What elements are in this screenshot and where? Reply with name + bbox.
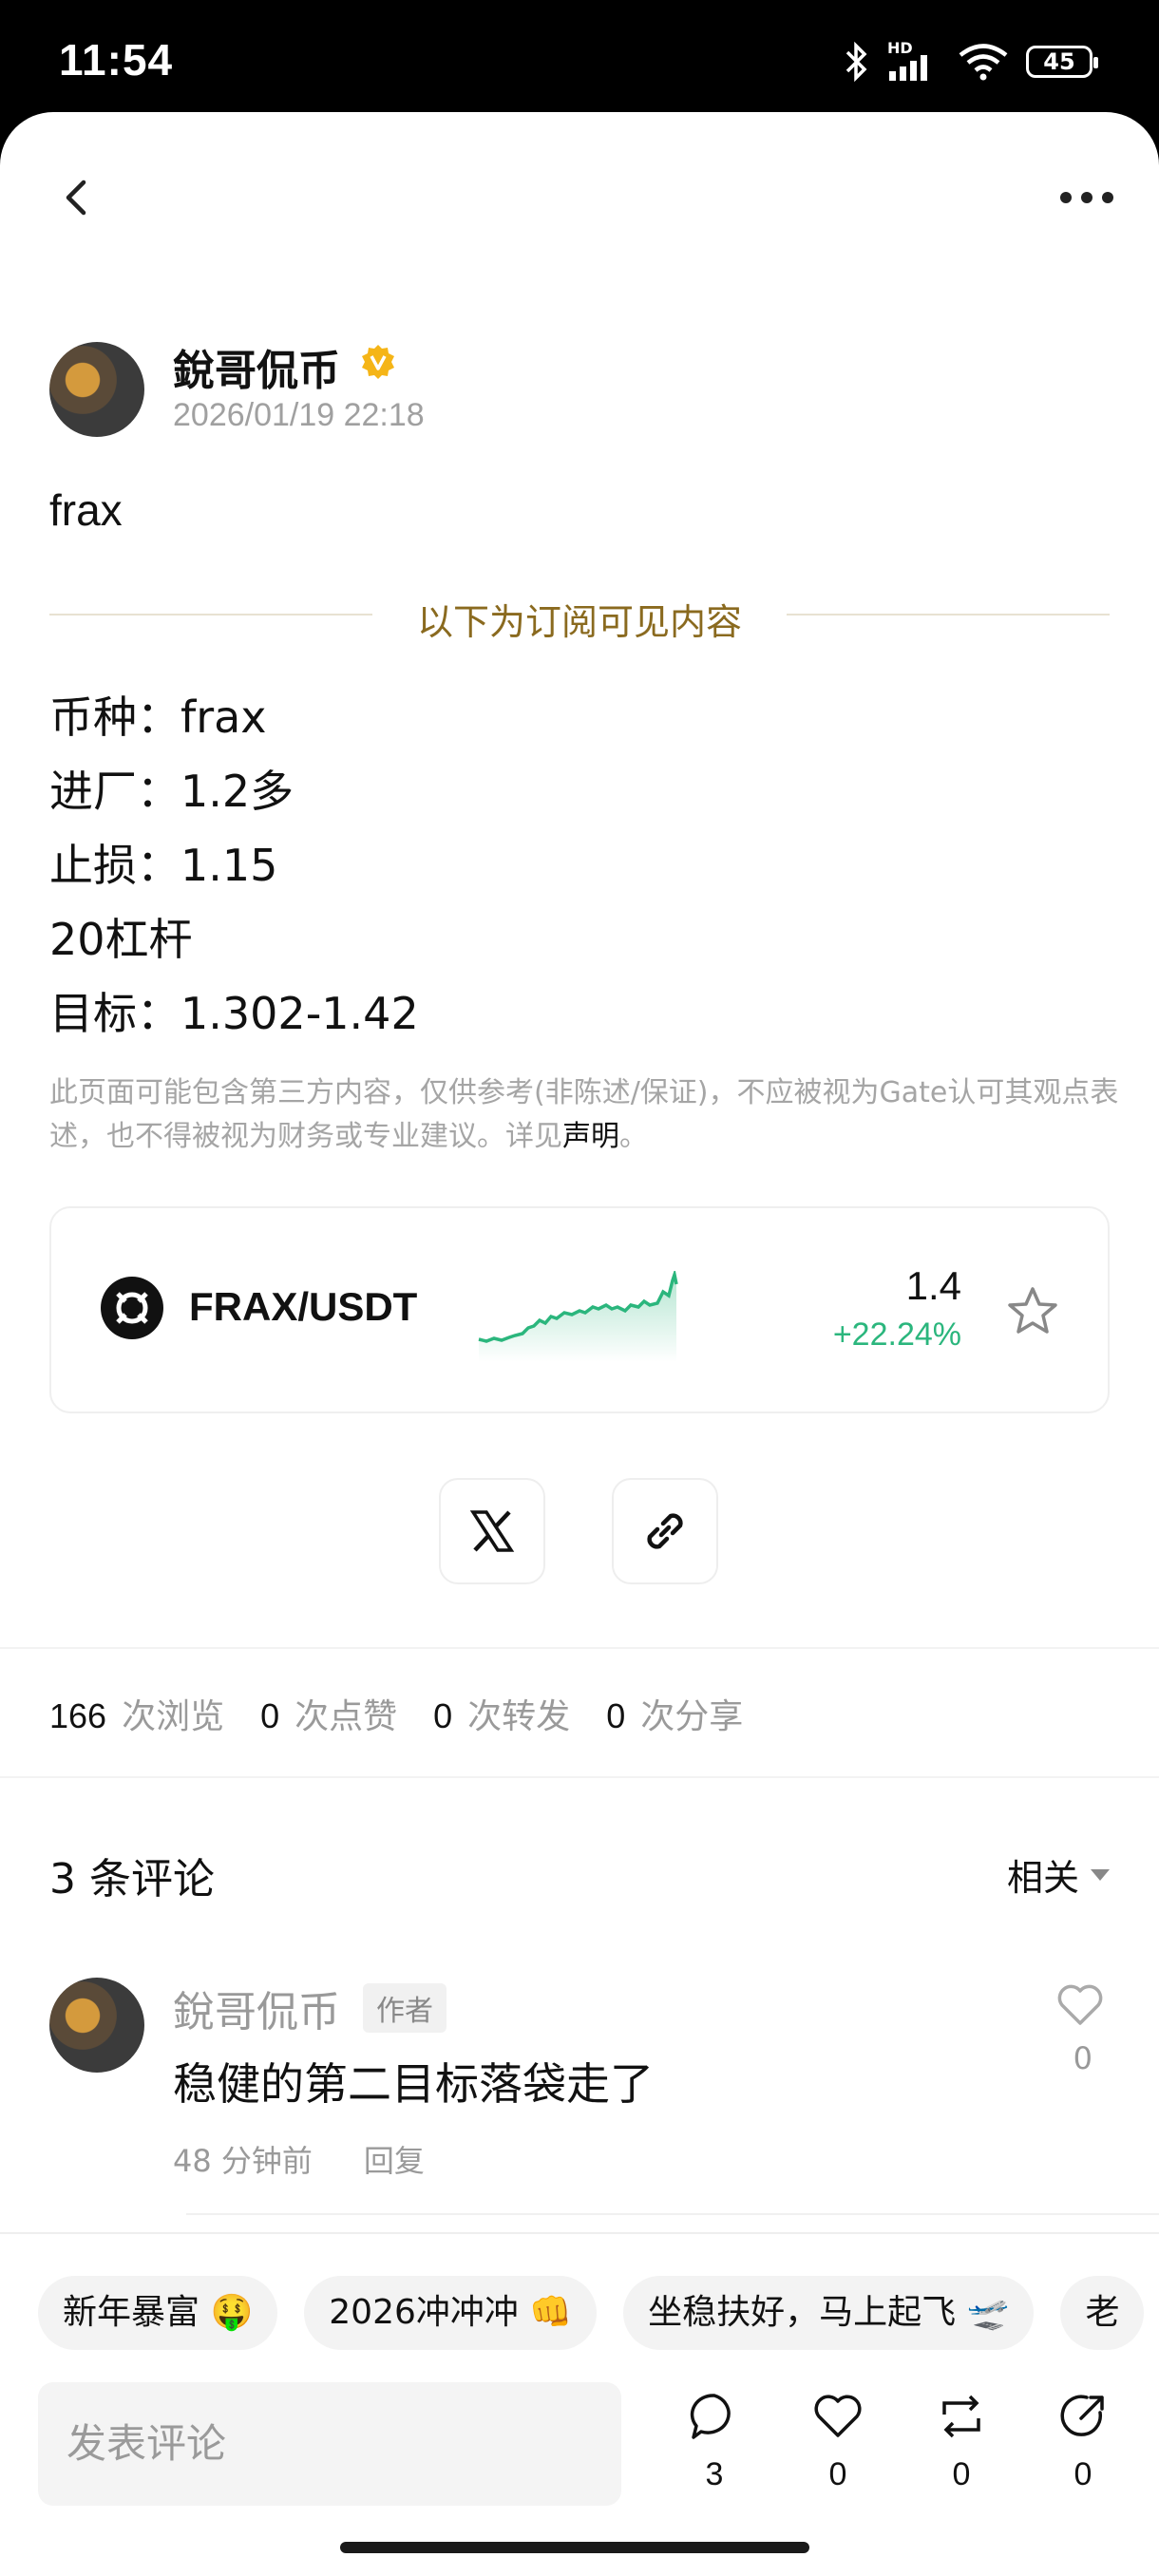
reposts-label: 次转发: [467, 1697, 571, 1736]
sort-dropdown[interactable]: 相关: [1007, 1848, 1110, 1901]
cellular-icon: HD: [887, 39, 940, 81]
back-icon[interactable]: [49, 171, 103, 224]
repost-count: 0: [952, 2456, 971, 2492]
post-date: 2026/01/19 22:18: [173, 397, 425, 433]
share-action[interactable]: 0: [1036, 2390, 1130, 2493]
share-x-button[interactable]: [439, 1478, 545, 1584]
likes-count: 0: [260, 1696, 280, 1735]
link-icon: [647, 1513, 683, 1549]
status-bar: 11:54 HD 45: [0, 0, 1159, 114]
quick-reply-chip[interactable]: 坐稳扶好，马上起飞 🛫: [623, 2276, 1035, 2350]
signal-line-stoploss: 止损：1.15: [49, 840, 278, 891]
comment-time: 48 分钟前: [173, 2143, 313, 2179]
comment-like-count: 0: [1073, 2040, 1092, 2076]
repost-icon: [942, 2395, 980, 2438]
comment-icon: [690, 2394, 731, 2439]
views-count: 166: [49, 1696, 107, 1735]
disclaimer-link[interactable]: 声明: [562, 1120, 619, 1153]
caret-down-icon: [1091, 1868, 1110, 1881]
separator: [0, 1647, 1159, 1649]
quick-reply-chip[interactable]: 2026冲冲冲 👊: [304, 2276, 598, 2350]
disclaimer: 此页面可能包含第三方内容，仅供参考(非陈述/保证)，不应被视为Gate认可其观点…: [49, 1071, 1123, 1159]
status-time: 11:54: [59, 35, 174, 85]
separator: [0, 2232, 1159, 2234]
quick-reply-chip[interactable]: 老: [1060, 2276, 1145, 2350]
ticker-price: 1.4: [905, 1263, 961, 1308]
frax-coin-icon: [101, 1277, 163, 1339]
verified-badge-icon: [362, 345, 394, 379]
status-icons: HD 45: [842, 38, 1098, 85]
shares-label: 次分享: [640, 1697, 744, 1736]
author-avatar[interactable]: [49, 342, 144, 437]
views-label: 次浏览: [122, 1697, 225, 1736]
comment-meta: 48 分钟前 回复: [173, 2137, 425, 2181]
author-tag: 作者: [363, 1983, 446, 2033]
shares-count: 0: [606, 1696, 626, 1735]
signal-line-entry: 进厂：1.2多: [49, 766, 294, 817]
commenter-name[interactable]: 銳哥侃币: [173, 1978, 340, 2038]
comment-input[interactable]: 发表评论: [38, 2382, 621, 2506]
post-stats: 166 次浏览 0 次点赞 0 次转发 0 次分享: [49, 1689, 764, 1738]
more-options-icon[interactable]: [1060, 192, 1121, 207]
comment-action[interactable]: 3: [667, 2390, 762, 2493]
commenter-avatar[interactable]: [49, 1978, 144, 2073]
ticker-card[interactable]: FRAX/USDT 1.4 +22.24%: [49, 1206, 1110, 1413]
sort-label: 相关: [1006, 1857, 1079, 1899]
subscription-notice: 以下为订阅可见内容: [416, 601, 742, 643]
signal-line-coin: 币种：frax: [49, 691, 267, 743]
reposts-count: 0: [433, 1696, 453, 1735]
separator: [186, 2213, 1159, 2215]
reply-button[interactable]: 回复: [364, 2137, 425, 2181]
signal-line-target: 目标：1.302-1.42: [49, 988, 419, 1039]
author-name[interactable]: 銳哥侃币: [173, 336, 340, 397]
sparkline-chart: [478, 1271, 678, 1362]
repost-action[interactable]: 0: [914, 2390, 1009, 2493]
separator: [0, 1776, 1159, 1778]
comment-text: 稳健的第二目标落袋走了: [173, 2058, 654, 2110]
signal-line-leverage: 20杠杆: [49, 914, 193, 965]
x-logo-icon: [469, 1510, 515, 1552]
home-indicator[interactable]: [340, 2542, 809, 2553]
quick-replies: 新年暴富 🤑 2026冲冲冲 👊 坐稳扶好，马上起飞 🛫 老: [38, 2276, 1145, 2350]
battery-level: 45: [1043, 48, 1075, 75]
comment-count: 3: [705, 2456, 724, 2492]
likes-label: 次点赞: [294, 1697, 398, 1736]
ticker-change: +22.24%: [832, 1316, 961, 1353]
quick-reply-chip[interactable]: 新年暴富 🤑: [38, 2276, 278, 2350]
post-detail-sheet: 銳哥侃币 2026/01/19 22:18 frax 以下为订阅可见内容 币种：…: [0, 112, 1159, 2576]
share-icon: [1060, 2395, 1104, 2436]
share-count: 0: [1074, 2456, 1092, 2492]
bluetooth-icon: [846, 41, 867, 83]
comments-header: 3 条评论: [49, 1855, 215, 1904]
battery-icon: 45: [1026, 46, 1098, 78]
comment-like-icon[interactable]: [1054, 1979, 1106, 2031]
disclaimer-end: 。: [619, 1120, 648, 1153]
favorite-star-icon[interactable]: [1005, 1284, 1060, 1339]
ticker-pair: FRAX/USDT: [189, 1284, 418, 1329]
post-title: frax: [49, 485, 123, 535]
wifi-icon: [959, 44, 1008, 81]
like-action[interactable]: 0: [790, 2390, 885, 2493]
copy-link-button[interactable]: [612, 1478, 718, 1584]
heart-icon: [814, 2395, 862, 2437]
like-count: 0: [828, 2456, 847, 2492]
